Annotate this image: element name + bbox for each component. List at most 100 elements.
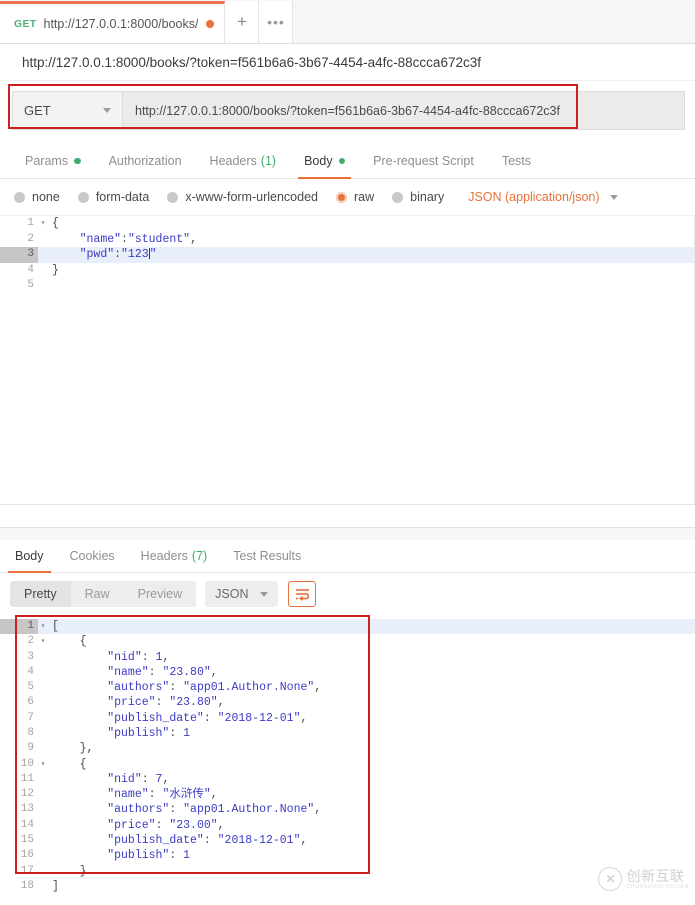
body-content-type-value: JSON (application/json) (468, 190, 600, 204)
http-method-select[interactable]: GET (12, 91, 122, 130)
code-text: } (52, 864, 87, 878)
code-text: "publish_date": "2018-12-01", (107, 711, 308, 725)
tab-overflow-menu-button[interactable]: ••• (259, 1, 294, 43)
body-content-type-select[interactable]: JSON (application/json) (462, 190, 618, 204)
tab-params[interactable]: Params (11, 144, 95, 178)
code-line: 2 ▾ { (0, 634, 695, 649)
code-line: 2 "name":"student", (0, 232, 695, 248)
radio-icon-none (14, 191, 25, 203)
tab-pre-request-script-label: Pre-request Script (373, 154, 474, 168)
line-number: 5 (27, 279, 34, 291)
line-number: 12 (20, 788, 34, 801)
response-tab-cookies[interactable]: Cookies (57, 540, 128, 572)
tab-authorization[interactable]: Authorization (95, 144, 196, 178)
radio-icon-raw-selected (336, 191, 347, 203)
view-mode-pretty[interactable]: Pretty (10, 581, 71, 607)
code-line: 15 "publish_date": "2018-12-01", (0, 833, 695, 848)
code-text: { (52, 635, 87, 649)
view-mode-preview[interactable]: Preview (124, 581, 196, 607)
body-type-raw[interactable]: raw (336, 190, 374, 204)
url-bar: GET http://127.0.0.1:8000/books/?token=f… (12, 91, 685, 130)
line-number: 17 (20, 864, 34, 877)
radio-icon-form-data (77, 191, 89, 203)
watermark-logo-icon: ✕ (598, 867, 623, 891)
response-tab-headers-label: Headers (140, 549, 188, 563)
http-method-value: GET (24, 103, 51, 118)
body-type-radio-group: none form-data x-www-form-urlencoded raw… (0, 179, 695, 215)
wrap-lines-button[interactable] (288, 581, 317, 607)
new-tab-button[interactable]: + (225, 1, 260, 43)
request-tab[interactable]: GET http://127.0.0.1:8000/books/ (0, 1, 226, 43)
code-line: 9 }, (0, 741, 695, 756)
body-type-binary[interactable]: binary (392, 190, 444, 204)
code-text: [ (52, 619, 59, 633)
line-number: 14 (20, 818, 34, 831)
fold-toggle-icon[interactable]: ▾ (38, 634, 48, 650)
code-line: 3 "pwd":"123" (0, 247, 695, 263)
line-number: 16 (20, 849, 34, 862)
radio-icon-binary (392, 191, 404, 203)
request-body-code[interactable]: 1 ▾{2 "name":"student", 3 "pwd":"123" 4} 5 (0, 216, 695, 294)
code-line: 4 "name": "23.80", (0, 665, 695, 680)
watermark: ✕ 创新互联 CHUANGXIN HULIAN (598, 867, 689, 891)
tab-body-label: Body (304, 154, 333, 168)
url-input[interactable]: http://127.0.0.1:8000/books/?token=f561b… (122, 91, 685, 130)
response-section-tabs: Body Cookies Headers (7) Test Results (0, 540, 695, 573)
fold-toggle-icon[interactable]: ▾ (38, 757, 48, 773)
body-type-form-data[interactable]: form-data (77, 190, 150, 204)
code-text: "authors": "app01.Author.None", (107, 681, 322, 695)
request-body-editor[interactable]: 1 ▾{2 "name":"student", 3 "pwd":"123" 4} 5 (0, 215, 695, 504)
watermark-en-text: CHUANGXIN HULIAN (626, 883, 689, 890)
body-active-dot (338, 157, 346, 165)
tab-headers[interactable]: Headers (1) (196, 144, 291, 178)
code-text: } (52, 263, 59, 277)
tab-tests[interactable]: Tests (488, 144, 545, 178)
code-text: "price": "23.00", (107, 818, 225, 832)
response-tab-headers[interactable]: Headers (7) (128, 540, 221, 572)
code-line: 5 (0, 278, 695, 294)
code-line: 13 "authors": "app01.Author.None", (0, 803, 695, 818)
fold-toggle-icon[interactable]: ▾ (38, 619, 48, 635)
fold-toggle-icon[interactable]: ▾ (38, 216, 48, 232)
view-mode-raw[interactable]: Raw (71, 581, 124, 607)
line-number: 3 (0, 247, 38, 263)
code-text: "publish": 1 (107, 849, 191, 863)
line-number: 11 (20, 772, 34, 785)
code-line: 18] (0, 879, 695, 894)
tab-params-label: Params (25, 154, 69, 168)
code-text: "publish_date": "2018-12-01", (107, 834, 308, 848)
url-bar-section: GET http://127.0.0.1:8000/books/?token=f… (0, 81, 695, 140)
response-tab-body[interactable]: Body (2, 540, 57, 573)
tab-body[interactable]: Body (290, 144, 359, 179)
response-tab-cookies-label: Cookies (69, 549, 115, 563)
response-tab-test-results[interactable]: Test Results (220, 540, 314, 572)
tab-pre-request-script[interactable]: Pre-request Script (359, 144, 488, 178)
pane-splitter[interactable] (0, 528, 695, 540)
code-line: 16 "publish": 1 (0, 848, 695, 863)
body-type-form-data-label: form-data (95, 190, 150, 204)
response-toolbar: Pretty Raw Preview JSON (0, 573, 695, 615)
line-number: 5 (27, 681, 34, 694)
code-line: 11 "nid": 7, (0, 772, 695, 787)
body-type-urlencoded-label: x-www-form-urlencoded (185, 190, 318, 204)
line-number: 1 (0, 618, 38, 635)
params-active-dot (74, 157, 81, 165)
line-number: 6 (27, 696, 34, 709)
response-tab-test-results-label: Test Results (233, 549, 302, 563)
response-format-select[interactable]: JSON (205, 581, 279, 607)
body-type-urlencoded[interactable]: x-www-form-urlencoded (167, 190, 318, 204)
response-body-code[interactable]: 1 ▾[2 ▾ {3 "nid": 1, 4 "name": "23.80", 5 "a… (0, 615, 695, 895)
code-text: "name":"student", (79, 232, 197, 246)
line-number: 2 (27, 635, 34, 648)
tab-tests-label: Tests (501, 154, 531, 168)
request-pane-footer (0, 504, 695, 528)
code-text: "name": "水浒传", (107, 788, 218, 802)
line-number: 7 (27, 711, 34, 724)
line-number: 3 (27, 650, 34, 663)
body-type-none[interactable]: none (14, 190, 60, 204)
code-line: 14 "price": "23.00", (0, 818, 695, 833)
code-text: "nid": 1, (107, 650, 170, 664)
code-line: 6 "price": "23.80", (0, 695, 695, 710)
tab-headers-label: Headers (209, 154, 257, 168)
url-preview-text: http://127.0.0.1:8000/books/?token=f561b… (0, 44, 695, 81)
